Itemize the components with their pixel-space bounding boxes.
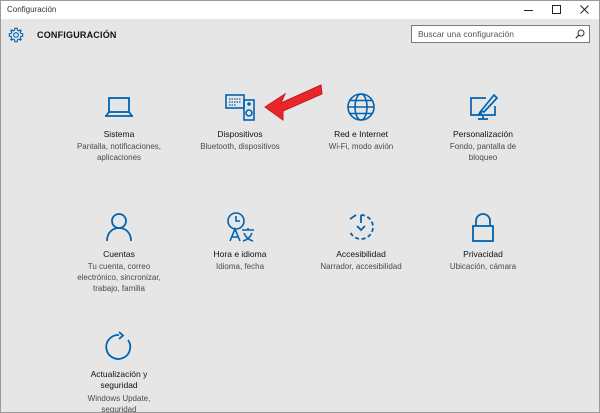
tile-label: Sistema <box>103 129 135 139</box>
tile-accesibilidad[interactable]: Accesibilidad Narrador, accesibilidad <box>306 211 416 283</box>
close-icon <box>580 5 589 14</box>
search-input[interactable] <box>418 28 568 40</box>
gear-icon <box>8 27 24 43</box>
tile-label: Personalización <box>452 129 513 139</box>
maximize-button[interactable] <box>543 1 571 19</box>
tile-hora-idioma[interactable]: Hora e idioma Idioma, fecha <box>185 211 295 283</box>
tile-label: Accesibilidad <box>336 249 386 259</box>
tile-description: Idioma, fecha <box>215 262 265 271</box>
tile-privacidad[interactable]: Privacidad Ubicación, cámara <box>428 211 538 283</box>
tile-label: Cuentas <box>103 249 135 259</box>
minimize-button[interactable] <box>515 1 543 19</box>
tile-actualizacion-seguridad[interactable]: Actualización y seguridad Windows Update… <box>64 331 174 413</box>
page-title: CONFIGURACIÓN <box>37 30 117 40</box>
title-bar[interactable]: Configuración <box>1 1 599 19</box>
update-icon <box>105 331 132 360</box>
page-header: CONFIGURACIÓN <box>1 19 599 53</box>
tile-label: Dispositivos <box>217 129 263 139</box>
tile-label: Privacidad <box>463 249 503 259</box>
paint-icon <box>470 93 499 120</box>
tile-description: Windows Update, seguridad <box>87 394 151 413</box>
tile-description: Pantalla, notificaciones, aplicaciones <box>76 142 162 162</box>
laptop-icon <box>105 97 133 117</box>
lock-icon <box>472 213 494 242</box>
search-icon[interactable] <box>575 29 585 39</box>
tile-description: Wi-Fi, modo avión <box>328 142 394 151</box>
tile-personalizacion[interactable]: Personalización Fondo, pantalla de bloque… <box>428 91 538 163</box>
window-title: Configuración <box>7 5 57 14</box>
tile-label: Hora e idioma <box>213 249 267 259</box>
tile-description: Tu cuenta, correo electrónico, sincroniza… <box>77 262 161 293</box>
tile-description: Ubicación, cámara <box>449 262 517 271</box>
red-arrow-annotation <box>264 84 323 121</box>
devices-icon <box>225 94 255 121</box>
tile-description: Narrador, accesibilidad <box>320 262 402 271</box>
globe-icon <box>347 93 375 121</box>
tile-label: Actualización y seguridad <box>90 369 148 390</box>
tile-description: Fondo, pantalla de bloqueo <box>449 142 517 162</box>
tile-description: Bluetooth, dispositivos <box>200 142 280 151</box>
time-language-icon <box>227 212 254 242</box>
close-button[interactable] <box>571 1 599 19</box>
tile-sistema[interactable]: Sistema Pantalla, notificaciones, aplicac… <box>64 91 174 163</box>
tile-cuentas[interactable]: Cuentas Tu cuenta, correo electrónico, si… <box>64 211 174 295</box>
settings-window: Configuración CONFIGURACIÓN Buscar una c… <box>0 0 600 413</box>
accessibility-icon <box>349 214 374 240</box>
search-box[interactable] <box>411 25 590 43</box>
tile-label: Red e Internet <box>334 129 388 139</box>
minimize-icon <box>524 10 533 11</box>
maximize-icon <box>552 5 561 14</box>
person-icon <box>106 213 132 242</box>
